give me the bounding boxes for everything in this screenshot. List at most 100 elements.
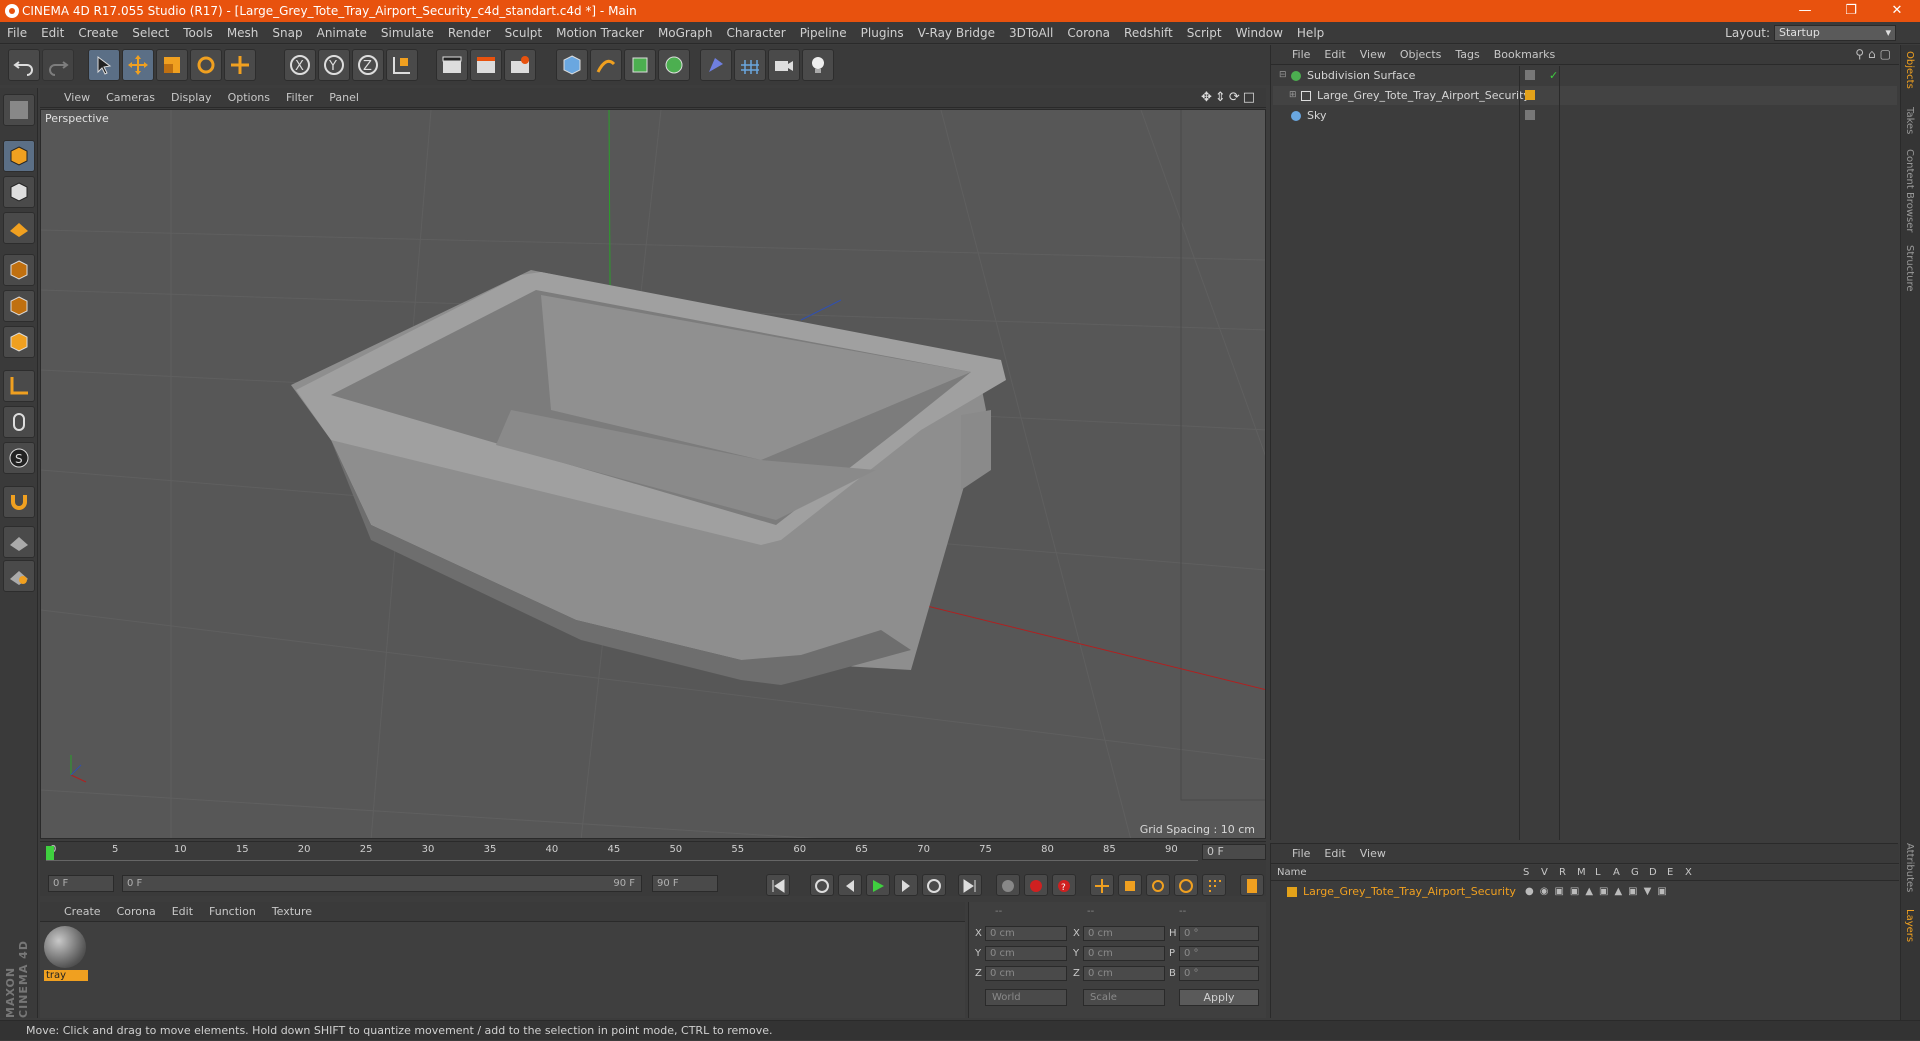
tote-tray-model[interactable] <box>291 270 1006 685</box>
coordinate-system-button[interactable] <box>386 49 418 81</box>
points-mode-button[interactable] <box>3 254 35 286</box>
recent-tool-button[interactable] <box>224 49 256 81</box>
current-frame-field[interactable]: 0 F <box>1202 844 1266 860</box>
menu-render[interactable]: Render <box>441 22 498 44</box>
material-menu-corona[interactable]: Corona <box>109 902 164 922</box>
menu-mesh[interactable]: Mesh <box>220 22 266 44</box>
key-parameter-button[interactable] <box>1174 874 1198 896</box>
workplane-mode-button[interactable] <box>3 212 35 244</box>
menu-corona[interactable]: Corona <box>1060 22 1117 44</box>
position-x-field[interactable]: 0 cm <box>985 926 1067 941</box>
object-menu-bookmarks[interactable]: Bookmarks <box>1487 45 1562 65</box>
render-picture-viewer-button[interactable] <box>470 49 502 81</box>
key-scale-button[interactable] <box>1118 874 1142 896</box>
key-rotation-button[interactable] <box>1146 874 1170 896</box>
menu-create[interactable]: Create <box>71 22 125 44</box>
tab-content-browser[interactable]: Content Browser <box>1904 149 1915 232</box>
menu-window[interactable]: Window <box>1229 22 1290 44</box>
size-z-field[interactable]: 0 cm <box>1083 966 1165 981</box>
menu-select[interactable]: Select <box>125 22 176 44</box>
menu-redshift[interactable]: Redshift <box>1117 22 1180 44</box>
pen-spline-button[interactable] <box>590 49 622 81</box>
menu-mograph[interactable]: MoGraph <box>651 22 720 44</box>
end-frame-field[interactable]: 90 F <box>652 875 718 892</box>
subdivision-surface-button[interactable] <box>624 49 656 81</box>
layer-col-m[interactable]: M <box>1577 865 1595 881</box>
material-menu-function[interactable]: Function <box>201 902 264 922</box>
apply-button[interactable]: Apply <box>1179 989 1259 1006</box>
perspective-viewport[interactable]: Perspective Grid Spacing : 10 cm <box>40 109 1266 839</box>
material-swatch[interactable]: tray <box>44 926 88 982</box>
layer-col-l[interactable]: L <box>1595 865 1613 881</box>
tab-attributes[interactable]: Attributes <box>1904 843 1915 892</box>
timeline-button[interactable] <box>1240 874 1264 896</box>
menu-tools[interactable]: Tools <box>176 22 220 44</box>
layer-menu-view[interactable]: View <box>1353 844 1393 864</box>
layout-dropdown[interactable]: Startup ▾ <box>1774 25 1896 41</box>
material-menu-edit[interactable]: Edit <box>164 902 201 922</box>
object-row-tote-tray[interactable]: ⊞ Large_Grey_Tote_Tray_Airport_Security <box>1273 86 1897 105</box>
menu-3dtoall[interactable]: 3DToAll <box>1002 22 1060 44</box>
deformer-button[interactable] <box>700 49 732 81</box>
keyframe-selection-button[interactable] <box>996 874 1020 896</box>
viewport-menu-options[interactable]: Options <box>220 88 278 108</box>
redo-button[interactable] <box>42 49 74 81</box>
viewport-menu-view[interactable]: View <box>56 88 98 108</box>
cube-primitive-button[interactable] <box>556 49 588 81</box>
y-axis-lock-button[interactable]: Y <box>318 49 350 81</box>
next-key-button[interactable] <box>922 874 946 896</box>
autokey-button[interactable]: ? <box>1052 874 1076 896</box>
timeline-ruler[interactable]: 051015202530354045505560657075808590 0 F <box>40 841 1266 875</box>
texture-mode-button[interactable] <box>3 176 35 208</box>
menu-motion-tracker[interactable]: Motion Tracker <box>549 22 651 44</box>
position-z-field[interactable]: 0 cm <box>985 966 1067 981</box>
menu-help[interactable]: Help <box>1290 22 1331 44</box>
rotate-tool-button[interactable] <box>190 49 222 81</box>
menu-file[interactable]: File <box>0 22 34 44</box>
restore-button[interactable]: ❐ <box>1828 0 1874 22</box>
render-settings-button[interactable] <box>504 49 536 81</box>
record-button[interactable] <box>1024 874 1048 896</box>
previous-key-button[interactable] <box>810 874 834 896</box>
menu-sculpt[interactable]: Sculpt <box>498 22 549 44</box>
menu-edit[interactable]: Edit <box>34 22 71 44</box>
menu-simulate[interactable]: Simulate <box>374 22 441 44</box>
tab-layers[interactable]: Layers <box>1904 909 1915 942</box>
viewport-nav-icons[interactable]: ✥⇕⟳□ <box>1201 90 1258 105</box>
expand-icon[interactable]: ⊞ <box>1289 86 1297 105</box>
menu-pipeline[interactable]: Pipeline <box>793 22 854 44</box>
z-axis-lock-button[interactable]: Z <box>352 49 384 81</box>
size-x-field[interactable]: 0 cm <box>1083 926 1165 941</box>
rotation-b-field[interactable]: 0 ° <box>1179 966 1259 981</box>
viewport-menu-panel[interactable]: Panel <box>321 88 367 108</box>
layer-col-d[interactable]: D <box>1649 865 1667 881</box>
material-menu-create[interactable]: Create <box>56 902 109 922</box>
enabled-check-icon[interactable]: ✓ <box>1549 66 1558 85</box>
viewport-menu-filter[interactable]: Filter <box>278 88 321 108</box>
object-row-subdivision[interactable]: ⊟ Subdivision Surface ✓ <box>1273 66 1897 85</box>
go-to-start-button[interactable] <box>766 874 790 896</box>
close-button[interactable]: ✕ <box>1874 0 1920 22</box>
tab-takes[interactable]: Takes <box>1904 107 1915 134</box>
size-mode-dropdown[interactable]: Scale <box>1083 989 1165 1006</box>
next-frame-button[interactable] <box>894 874 918 896</box>
edges-mode-button[interactable] <box>3 290 35 322</box>
start-frame-field[interactable]: 0 F <box>48 875 114 892</box>
rotation-h-field[interactable]: 0 ° <box>1179 926 1259 941</box>
tab-objects[interactable]: Objects <box>1904 51 1915 89</box>
object-menu-edit[interactable]: Edit <box>1317 45 1352 65</box>
cloner-button[interactable] <box>658 49 690 81</box>
object-row-sky[interactable]: Sky <box>1273 106 1897 125</box>
coordinate-mode-dropdown[interactable]: World <box>985 989 1067 1006</box>
planar-workplane-button[interactable] <box>3 560 35 592</box>
viewport-menu-cameras[interactable]: Cameras <box>98 88 163 108</box>
layer-toggle-icons[interactable]: ●◉▣▣▲▣▲▣▼▣ <box>1525 882 1673 901</box>
frame-range-slider[interactable]: 0 F 90 F <box>122 875 642 892</box>
rotation-p-field[interactable]: 0 ° <box>1179 946 1259 961</box>
play-button[interactable] <box>866 874 890 896</box>
layer-col-r[interactable]: R <box>1559 865 1577 881</box>
layer-col-a[interactable]: A <box>1613 865 1631 881</box>
previous-frame-button[interactable] <box>838 874 862 896</box>
go-to-end-button[interactable] <box>958 874 982 896</box>
polygons-mode-button[interactable] <box>3 326 35 358</box>
